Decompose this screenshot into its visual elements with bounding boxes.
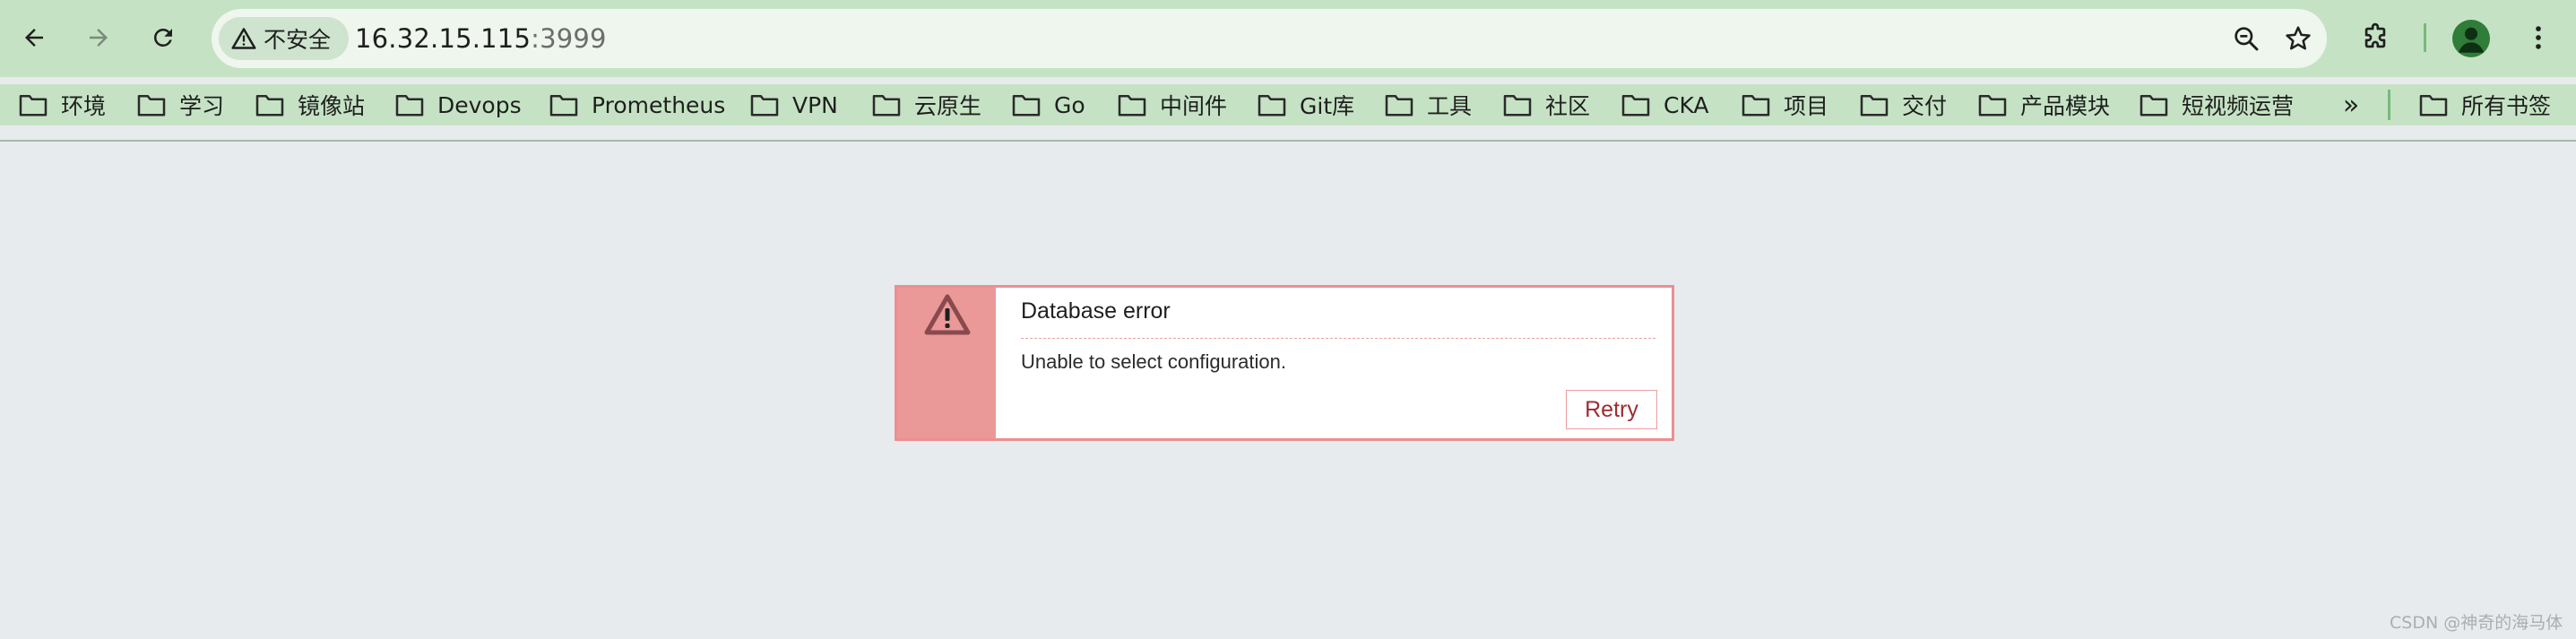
folder-icon bbox=[2419, 94, 2448, 117]
alert-message: Unable to select configuration. bbox=[1021, 350, 1286, 373]
bookmark-label: 环境 bbox=[61, 93, 107, 119]
reload-icon bbox=[153, 28, 172, 47]
error-alert: Database error Unable to select configur… bbox=[895, 285, 1674, 441]
warning-icon bbox=[231, 28, 256, 49]
alert-icon-panel bbox=[897, 288, 996, 438]
all-bookmarks-folder[interactable]: 所有书签 bbox=[2418, 84, 2551, 125]
person-icon bbox=[2459, 27, 2484, 53]
zoom-button[interactable] bbox=[2228, 21, 2264, 56]
bookmark-label: 云原生 bbox=[914, 93, 982, 119]
bookmarks-bar: 环境 学习 镜像站 Devops Prometheus VPN 云原生 Go 中… bbox=[0, 84, 2576, 125]
alert-divider bbox=[1021, 338, 1655, 339]
bookmark-folder[interactable]: VPN bbox=[749, 84, 838, 125]
forward-button[interactable] bbox=[77, 16, 120, 59]
browser-toolbar: 不安全 16.32.15.115:3999 bbox=[0, 0, 2576, 77]
folder-icon bbox=[1621, 94, 1650, 117]
arrow-right-icon bbox=[90, 29, 108, 47]
bookmarks-divider bbox=[2388, 90, 2390, 120]
url-host: 16.32.15.115 bbox=[355, 23, 532, 54]
bookmark-folder[interactable]: 产品模块 bbox=[1977, 84, 2110, 125]
bookmark-folder[interactable]: Prometheus bbox=[549, 84, 725, 125]
address-bar[interactable]: 不安全 16.32.15.115:3999 bbox=[212, 9, 2327, 68]
bookmark-star-button[interactable] bbox=[2280, 21, 2316, 56]
extensions-button[interactable] bbox=[2356, 18, 2395, 57]
bookmark-label: Devops bbox=[437, 91, 522, 118]
folder-icon bbox=[19, 94, 48, 117]
bookmark-folder[interactable]: 工具 bbox=[1384, 84, 1472, 125]
bookmark-label: 学习 bbox=[179, 93, 225, 119]
puzzle-icon bbox=[2364, 22, 2386, 48]
bookmark-folder[interactable]: 云原生 bbox=[871, 84, 981, 125]
bookmark-folder[interactable]: 项目 bbox=[1741, 84, 1828, 125]
bookmark-label: 交付 bbox=[1902, 93, 1948, 119]
browser-menu-button[interactable] bbox=[2519, 18, 2558, 57]
bookmark-label: CKA bbox=[1664, 91, 1709, 118]
security-chip[interactable]: 不安全 bbox=[219, 17, 350, 60]
folder-icon bbox=[1503, 94, 1532, 117]
back-button[interactable] bbox=[13, 16, 56, 59]
bookmark-folder[interactable]: 交付 bbox=[1859, 84, 1947, 125]
folder-icon bbox=[1742, 94, 1770, 117]
zoom-out-icon bbox=[2235, 27, 2259, 51]
folder-icon bbox=[872, 94, 901, 117]
folder-icon bbox=[2139, 94, 2168, 117]
folder-icon bbox=[750, 94, 779, 117]
bookmarks-overflow-button[interactable]: » bbox=[2334, 88, 2368, 122]
bookmark-label: 短视频运营 bbox=[2182, 93, 2295, 119]
bookmark-folder[interactable]: Devops bbox=[394, 84, 522, 125]
reload-button[interactable] bbox=[142, 16, 185, 59]
toolbar-divider bbox=[2424, 23, 2426, 52]
url-text[interactable]: 16.32.15.115:3999 bbox=[355, 9, 607, 68]
security-label: 不安全 bbox=[264, 27, 332, 53]
folder-icon bbox=[1385, 94, 1413, 117]
folder-icon bbox=[1860, 94, 1889, 117]
bookmark-folder[interactable]: 中间件 bbox=[1117, 84, 1227, 125]
alert-title: Database error bbox=[1021, 298, 1171, 324]
bookmark-folder[interactable]: CKA bbox=[1621, 84, 1709, 125]
bookmark-label: VPN bbox=[792, 91, 838, 118]
bookmark-label: 项目 bbox=[1784, 93, 1829, 119]
url-port: :3999 bbox=[531, 23, 607, 54]
warning-triangle-icon bbox=[924, 294, 971, 335]
more-vertical-icon bbox=[2536, 26, 2541, 49]
bookmark-folder[interactable]: 短视频运营 bbox=[2139, 84, 2294, 125]
arrow-left-icon bbox=[25, 29, 43, 47]
folder-icon bbox=[1012, 94, 1041, 117]
retry-button[interactable]: Retry bbox=[1566, 390, 1657, 429]
bookmark-label: Git库 bbox=[1300, 93, 1355, 119]
folder-icon bbox=[1978, 94, 2007, 117]
all-bookmarks-label: 所有书签 bbox=[2461, 93, 2552, 119]
profile-avatar[interactable] bbox=[2452, 20, 2490, 57]
folder-icon bbox=[1118, 94, 1146, 117]
star-icon bbox=[2286, 26, 2311, 50]
page-content: Database error Unable to select configur… bbox=[0, 142, 2576, 639]
bookmark-folder[interactable]: Git库 bbox=[1257, 84, 1354, 125]
bookmark-label: 工具 bbox=[1427, 93, 1473, 119]
watermark: CSDN @神奇的海马体 bbox=[2390, 613, 2563, 633]
folder-icon bbox=[1258, 94, 1286, 117]
bookmark-label: 产品模块 bbox=[2020, 93, 2111, 119]
bookmark-label: 社区 bbox=[1545, 93, 1591, 119]
bookmark-folder[interactable]: Go bbox=[1011, 84, 1085, 125]
bookmark-label: Prometheus bbox=[592, 91, 726, 118]
bookmark-label: Go bbox=[1054, 91, 1085, 118]
folder-icon bbox=[395, 94, 424, 117]
bookmark-label: 镜像站 bbox=[298, 93, 366, 119]
folder-icon bbox=[549, 94, 578, 117]
bookmark-folder[interactable]: 学习 bbox=[136, 84, 224, 125]
bookmark-folder[interactable]: 环境 bbox=[18, 84, 106, 125]
bookmark-folder[interactable]: 社区 bbox=[1502, 84, 1590, 125]
folder-icon bbox=[255, 94, 284, 117]
bookmark-folder[interactable]: 镜像站 bbox=[255, 84, 365, 125]
bookmark-label: 中间件 bbox=[1160, 93, 1228, 119]
folder-icon bbox=[137, 94, 166, 117]
